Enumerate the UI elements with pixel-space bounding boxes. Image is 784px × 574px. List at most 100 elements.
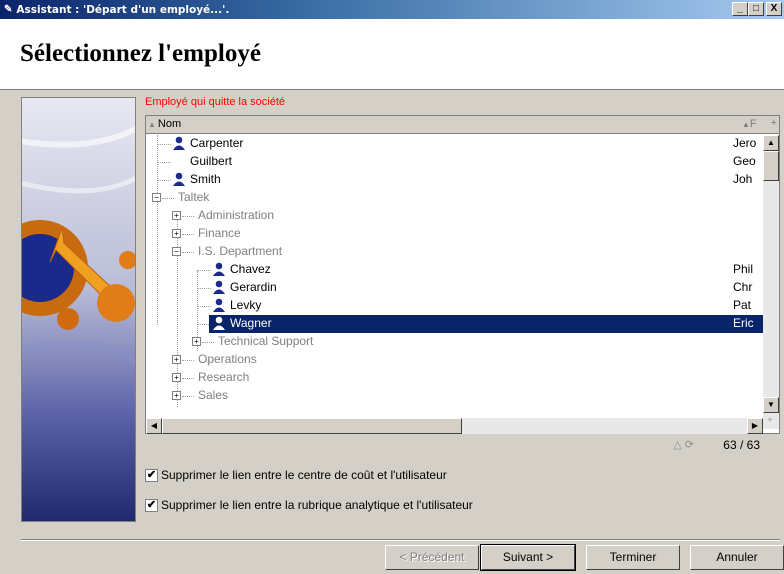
scroll-up-button[interactable]: ▲ [763,135,779,151]
wizard-side-image [21,97,136,522]
tree-row-firstname: Eric [733,316,754,330]
tree-branch [157,162,171,163]
tree-branch [157,144,171,145]
next-button[interactable]: Suivant > [480,544,576,571]
column-header: ▲ Nom ▲F + [146,116,779,134]
scroll-right-button[interactable]: ▶ [747,418,763,434]
tree-row[interactable]: + Administration [146,207,763,225]
tree-branch [182,360,194,361]
user-icon [173,172,185,186]
tree-row[interactable]: Guilbert Geo [146,153,763,171]
tree-row[interactable]: Smith Joh [146,171,763,189]
tree-row[interactable]: Gerardin Chr [146,279,763,297]
option-cost-center-label: Supprimer le lien entre le centre de coû… [161,468,447,482]
expand-toggle[interactable]: + [192,337,201,346]
tree-status-bar: △ ⟳ 63 / 63 [145,437,780,455]
column-header-name[interactable]: ▲ Nom [148,118,181,130]
option-analytic[interactable]: ✔ Supprimer le lien entre la rubrique an… [145,498,473,512]
tree-row-label: Taltek [178,190,210,204]
scroll-down-button[interactable]: ▼ [763,397,779,413]
cancel-button[interactable]: Annuler [690,545,784,570]
tree-row-label: Finance [198,226,241,240]
window-controls: _ □ X [732,2,782,16]
tree-row-label: Chavez [230,262,271,276]
tree-row-firstname: Chr [733,280,753,294]
tree-branch [162,198,174,199]
expand-toggle[interactable]: + [172,211,181,220]
column-second-label: F [749,118,757,130]
tree-row-label: Sales [198,388,229,402]
tree-row[interactable]: Carpenter Jero [146,135,763,153]
expand-toggle[interactable]: + [172,355,181,364]
finish-button-label: Terminer [609,550,657,564]
tree-row-firstname: Phil [733,262,754,276]
option-cost-center[interactable]: ✔ Supprimer le lien entre le centre de c… [145,468,447,482]
scroll-left-button[interactable]: ◀ [146,418,162,434]
tree-row-label: Research [198,370,250,384]
decorative-graphic [22,125,135,365]
refresh-icon[interactable]: △ ⟳ [673,438,694,451]
collapse-toggle[interactable]: − [172,247,181,256]
section-label: Employé qui quitte la société [145,96,286,108]
tree-row-label: Guilbert [190,154,233,168]
tree-branch [182,396,194,397]
column-name-label: Nom [157,118,182,130]
user-icon [213,316,225,330]
add-column-button[interactable]: + [771,117,777,129]
record-count: 63 / 63 [723,438,760,452]
selection-highlight [209,315,763,333]
tree-row-label: Levky [230,298,262,312]
checkbox-analytic[interactable]: ✔ [145,498,158,512]
expand-toggle[interactable]: + [172,391,181,400]
tree-row[interactable]: + Research [146,369,763,387]
tree-row[interactable]: − Taltek [146,189,763,207]
tree-row[interactable]: + Technical Support [146,333,763,351]
tree-branch [197,306,211,307]
column-header-second[interactable]: ▲F [742,118,757,130]
collapse-toggle[interactable]: − [152,193,161,202]
button-separator [21,539,780,541]
row-plus-icon[interactable]: + [767,415,773,426]
sort-ascending-icon: ▲ [148,119,156,129]
user-icon [213,262,225,276]
next-button-label: Suivant > [502,550,554,564]
tree-row[interactable]: + Operations [146,351,763,369]
title-bar[interactable]: ✎ Assistant : 'Départ d'un employé...'. … [0,0,784,19]
vertical-scroll-thumb[interactable] [763,151,779,181]
sort-icon: ▲ [742,120,750,129]
tree-branch [182,252,194,253]
tree-branch [182,378,194,379]
tree-row-label: Wagner [230,316,272,330]
expand-toggle[interactable]: + [172,229,181,238]
cancel-button-label: Annuler [716,550,758,564]
expand-toggle[interactable]: + [172,373,181,382]
tree-rows: Carpenter Jero Guilbert Geo Smith Joh − … [146,135,763,415]
close-button[interactable]: X [766,2,782,16]
tree-row-firstname: Jero [733,136,757,150]
horizontal-scroll-thumb[interactable] [162,418,462,434]
previous-button-label: < Précédent [399,550,465,564]
tree-branch [197,270,211,271]
horizontal-scrollbar[interactable]: ◀ ▶ [146,418,763,434]
user-icon [173,136,185,150]
wizard-header: Sélectionnez l'employé [0,19,784,90]
user-icon [213,298,225,312]
tree-row[interactable]: + Sales [146,387,763,405]
vertical-scrollbar[interactable]: ▲ ▼ + [763,135,779,429]
previous-button[interactable]: < Précédent [385,545,479,570]
maximize-button[interactable]: □ [748,2,764,16]
tree-branch [182,216,194,217]
finish-button[interactable]: Terminer [586,545,680,570]
tree-row[interactable]: + Finance [146,225,763,243]
tree-row-label: Administration [198,208,275,222]
window-title: Assistant : 'Départ d'un employé...'. [16,3,230,16]
tree-branch [197,288,211,289]
tree-row[interactable]: − I.S. Department [146,243,763,261]
tree-row[interactable]: Levky Pat [146,297,763,315]
checkbox-cost-center[interactable]: ✔ [145,468,158,482]
employee-tree[interactable]: ▲ Nom ▲F + Carpenter Jero Guilbert Geo S… [145,115,780,434]
tree-row-selected[interactable]: Wagner Eric [146,315,763,333]
tree-branch [202,342,214,343]
tree-row[interactable]: Chavez Phil [146,261,763,279]
minimize-button[interactable]: _ [732,2,748,16]
